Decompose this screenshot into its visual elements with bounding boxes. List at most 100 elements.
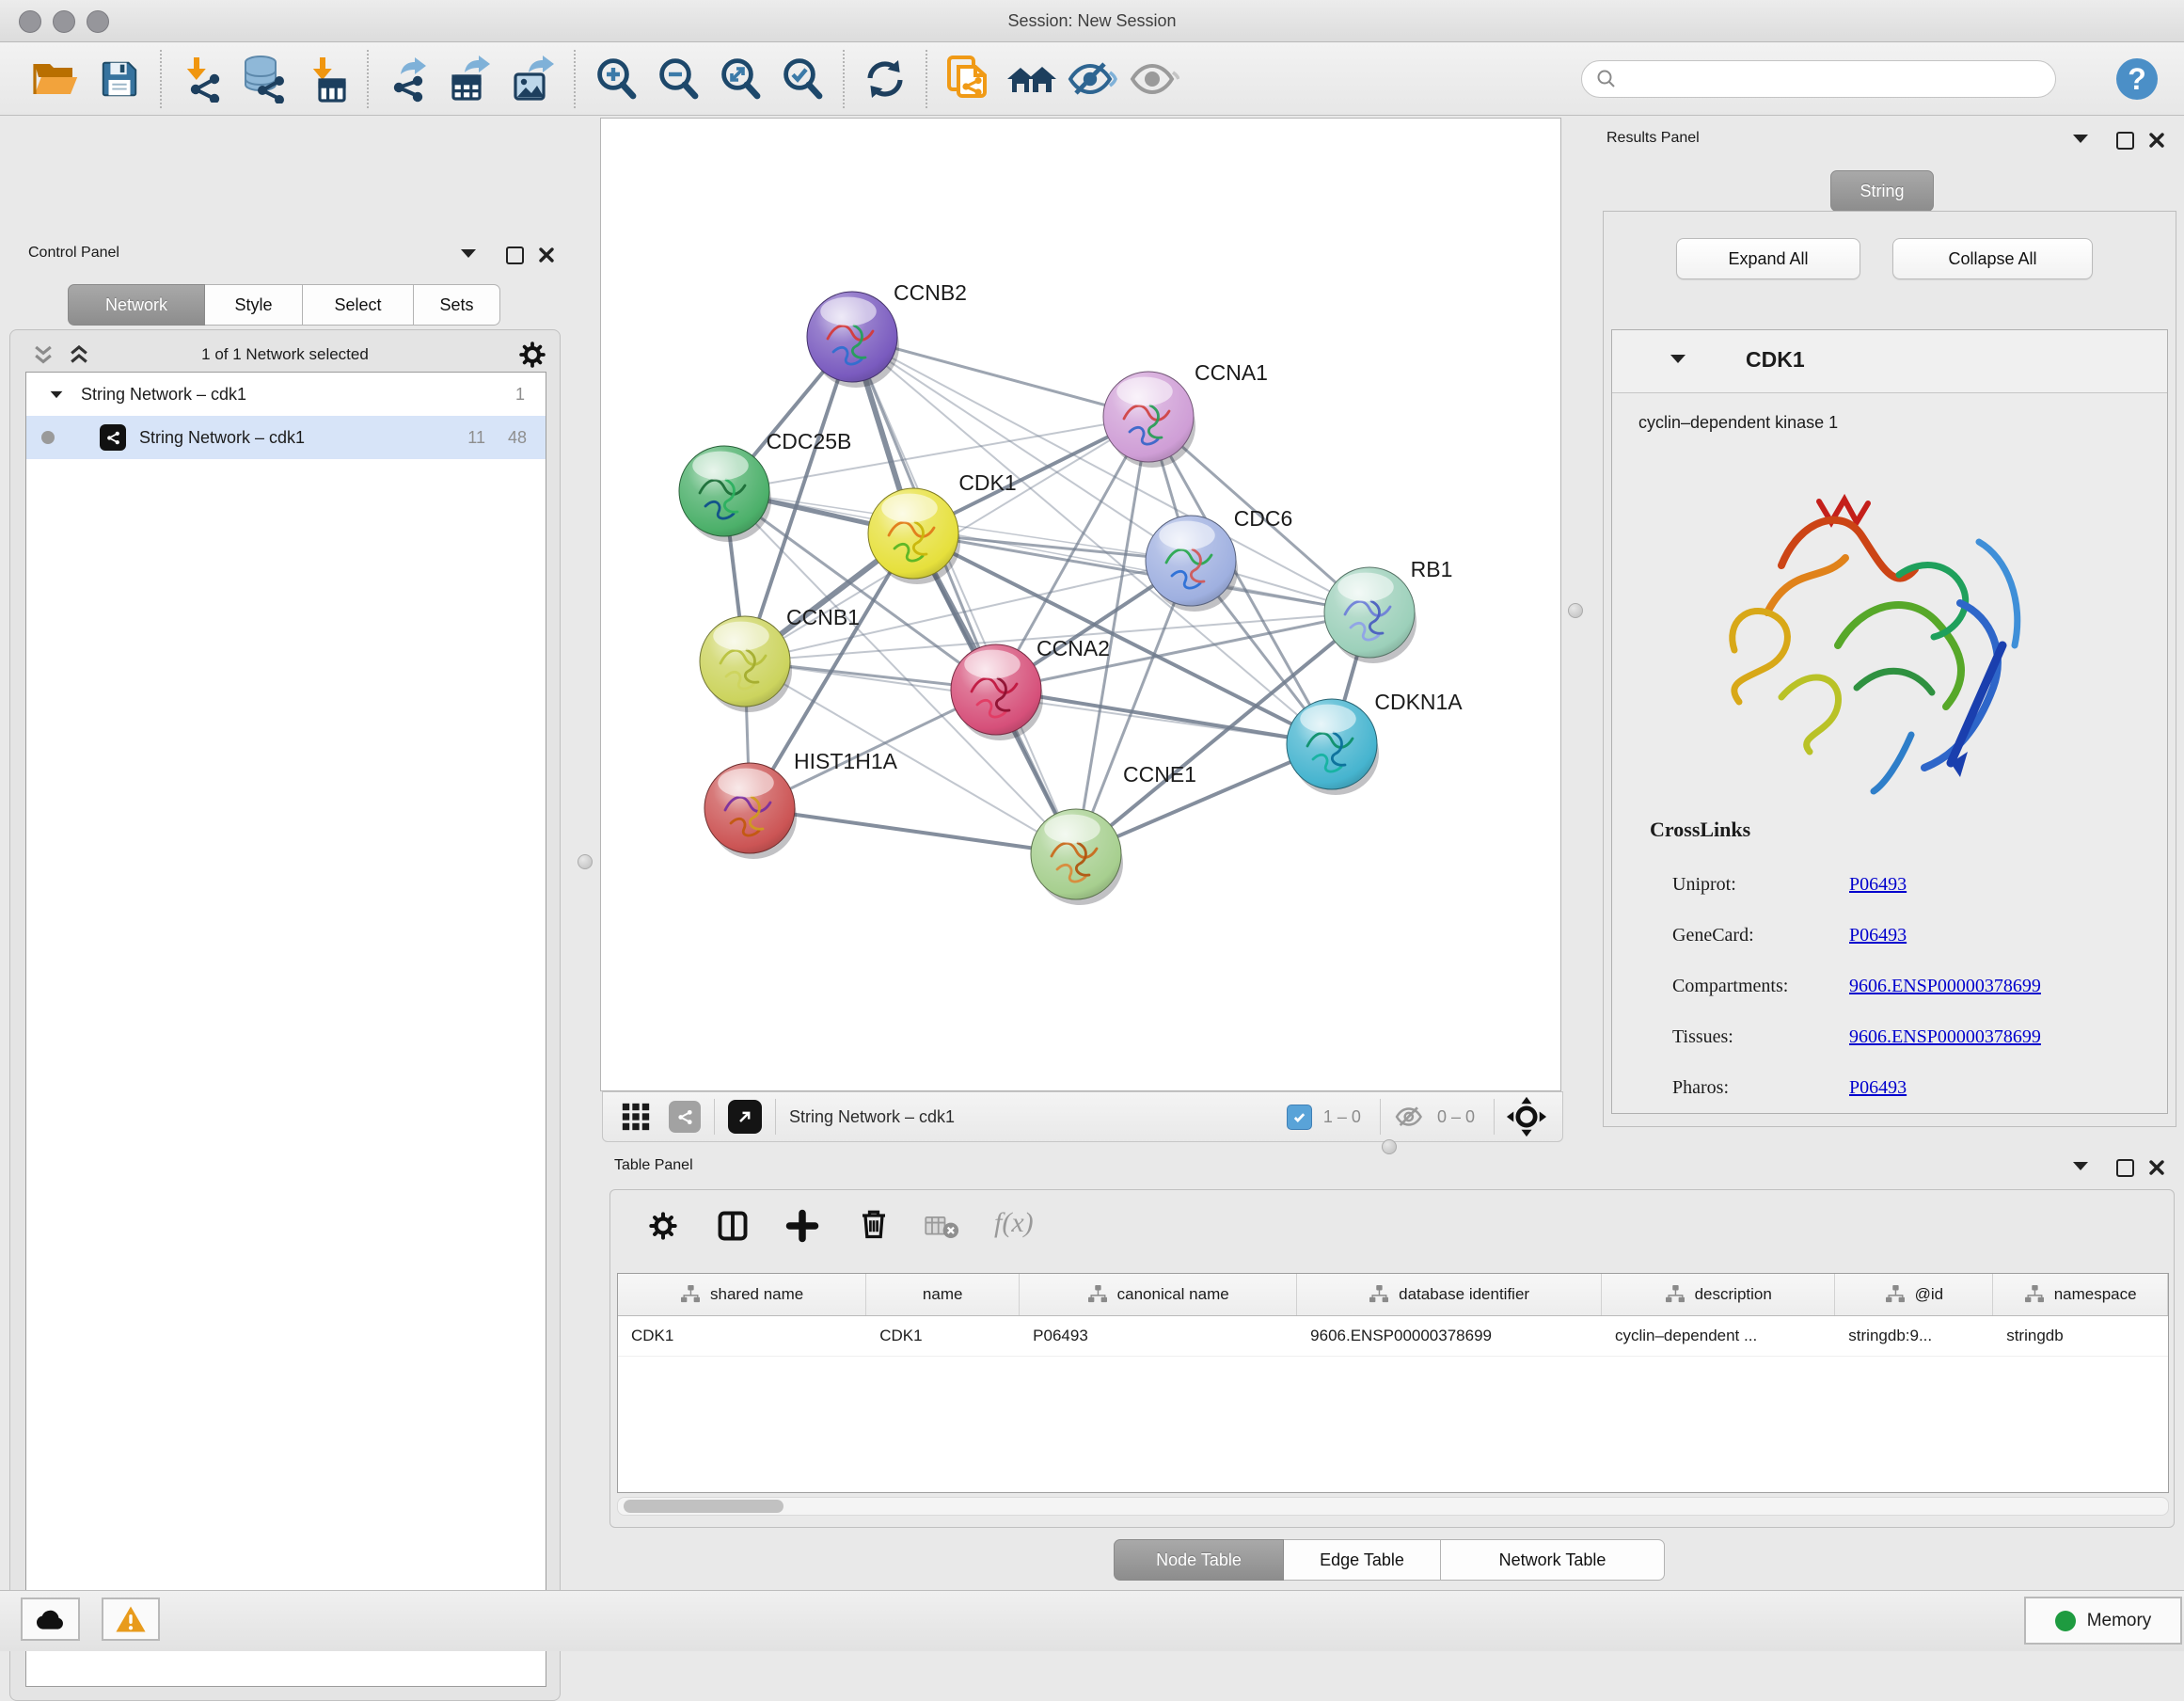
network-node-CCNE1[interactable]: CCNE1 xyxy=(1031,762,1196,905)
tab-sets[interactable]: Sets xyxy=(414,284,500,326)
tab-style[interactable]: Style xyxy=(205,284,303,326)
column-header-name[interactable]: name xyxy=(866,1274,1020,1315)
pan-mode-icon[interactable] xyxy=(1506,1096,1547,1137)
network-node-CCNA1[interactable]: CCNA1 xyxy=(1103,360,1268,468)
import-network-database-button[interactable] xyxy=(233,51,295,107)
export-network-button[interactable] xyxy=(378,51,440,107)
network-node-CDK1[interactable]: CDK1 xyxy=(868,470,1017,584)
hidden-elements-eye-slash-icon[interactable] xyxy=(1394,1104,1426,1130)
home-panel-button[interactable] xyxy=(999,51,1061,107)
crosslink-link[interactable]: 9606.ENSP00000378699 xyxy=(1849,1026,2041,1048)
memory-status-button[interactable]: Memory xyxy=(2024,1597,2182,1645)
column-header-database-identifier[interactable]: database identifier xyxy=(1297,1274,1602,1315)
cloud-icon xyxy=(35,1607,67,1631)
tab-string[interactable]: String xyxy=(1830,170,1934,212)
save-session-button[interactable] xyxy=(88,51,150,107)
zoom-out-button[interactable] xyxy=(647,51,709,107)
network-node-CDKN1A[interactable]: CDKN1A xyxy=(1287,690,1463,795)
network-collection-row[interactable]: String Network – cdk1 1 xyxy=(26,373,546,416)
tab-network-table[interactable]: Network Table xyxy=(1441,1539,1665,1581)
zoom-selected-button[interactable] xyxy=(771,51,833,107)
network-view-toolbar: String Network – cdk1 1 – 0 0 – 0 xyxy=(602,1091,1563,1142)
column-header-shared-name[interactable]: shared name xyxy=(618,1274,866,1315)
hide-annotations-button[interactable] xyxy=(1061,51,1123,107)
show-columns-icon[interactable] xyxy=(716,1209,750,1243)
grid-view-icon[interactable] xyxy=(620,1101,652,1133)
network-node-CDC25B[interactable]: CDC25B xyxy=(679,429,851,542)
network-node-CCNA2[interactable]: CCNA2 xyxy=(951,636,1110,740)
tab-node-table[interactable]: Node Table xyxy=(1114,1539,1284,1581)
detach-view-icon[interactable] xyxy=(728,1100,762,1134)
help-button[interactable]: ? xyxy=(2114,56,2160,102)
network-edge-HIST1H1A-CCNE1[interactable] xyxy=(750,808,1076,854)
table-horizontal-scrollbar[interactable] xyxy=(617,1497,2169,1516)
network-edge-CDK1-RB1[interactable] xyxy=(913,533,1369,612)
clone-network-button[interactable] xyxy=(937,51,999,107)
crosslink-link[interactable]: P06493 xyxy=(1849,1077,1907,1099)
add-column-icon[interactable] xyxy=(785,1209,819,1243)
control-panel-menu-icon[interactable] xyxy=(461,249,476,258)
right-splitter-handle[interactable] xyxy=(1568,603,1583,618)
crosslink-link[interactable]: P06493 xyxy=(1849,874,1907,896)
delete-column-trash-icon[interactable] xyxy=(857,1207,891,1241)
results-panel-close-icon[interactable] xyxy=(2148,132,2165,149)
zoom-in-icon xyxy=(593,56,640,103)
warnings-button[interactable] xyxy=(102,1598,160,1641)
show-annotations-button[interactable] xyxy=(1123,51,1185,107)
zoom-fit-button[interactable] xyxy=(709,51,771,107)
column-header-id[interactable]: @id xyxy=(1835,1274,1993,1315)
table-cell: CDK1 xyxy=(618,1316,866,1356)
import-network-file-button[interactable] xyxy=(171,51,233,107)
column-header-namespace[interactable]: namespace xyxy=(1993,1274,2168,1315)
table-row[interactable]: CDK1CDK1P064939606.ENSP00000378699cyclin… xyxy=(618,1316,2168,1357)
network-options-gear-icon[interactable] xyxy=(518,341,546,369)
zoom-in-button[interactable] xyxy=(585,51,647,107)
cloud-status-button[interactable] xyxy=(21,1598,80,1641)
save-floppy-icon xyxy=(98,57,141,101)
network-node-CCNB2[interactable]: CCNB2 xyxy=(807,280,967,388)
apply-layout-button[interactable] xyxy=(854,51,916,107)
network-node-RB1[interactable]: RB1 xyxy=(1324,557,1452,663)
collapse-all-button[interactable]: Collapse All xyxy=(1892,238,2093,279)
tab-select[interactable]: Select xyxy=(303,284,414,326)
open-session-button[interactable] xyxy=(26,51,88,107)
table-panel-float-icon[interactable] xyxy=(2116,1159,2134,1177)
table-panel-menu-icon[interactable] xyxy=(2073,1162,2088,1170)
tab-edge-table[interactable]: Edge Table xyxy=(1284,1539,1441,1581)
expand-all-button[interactable]: Expand All xyxy=(1676,238,1860,279)
crosslink-link[interactable]: P06493 xyxy=(1849,925,1907,946)
table-options-gear-icon[interactable] xyxy=(648,1211,678,1241)
network-edge-CCNB2-CCNE1[interactable] xyxy=(852,337,1076,854)
column-header-description[interactable]: description xyxy=(1602,1274,1835,1315)
results-panel-float-icon[interactable] xyxy=(2116,132,2134,150)
control-panel-float-icon[interactable] xyxy=(506,246,524,264)
export-table-button[interactable] xyxy=(440,51,502,107)
export-image-button[interactable] xyxy=(502,51,564,107)
network-node-CCNB1[interactable]: CCNB1 xyxy=(700,605,860,712)
network-node-HIST1H1A[interactable]: HIST1H1A xyxy=(704,749,898,859)
collection-expand-icon[interactable] xyxy=(51,390,63,397)
crosslink-link[interactable]: 9606.ENSP00000378699 xyxy=(1849,976,2041,997)
results-panel-menu-icon[interactable] xyxy=(2073,135,2088,143)
network-view-type-icon[interactable] xyxy=(669,1101,701,1133)
scrollbar-thumb[interactable] xyxy=(624,1500,783,1513)
column-header-canonical-name[interactable]: canonical name xyxy=(1020,1274,1297,1315)
import-table-file-button[interactable] xyxy=(295,51,357,107)
crosslinks-list: Uniprot:P06493GeneCard:P06493Compartment… xyxy=(1672,859,2143,1113)
crosslink-label: GeneCard: xyxy=(1672,925,1849,946)
selected-nodes-checkbox[interactable] xyxy=(1287,1105,1312,1130)
node-section-header[interactable]: CDK1 xyxy=(1612,330,2167,393)
zoom-selected-icon xyxy=(779,56,826,103)
node-section-collapse-icon[interactable] xyxy=(1670,355,1685,363)
left-splitter-handle[interactable] xyxy=(578,854,593,869)
network-graph[interactable]: CCNB2CCNA1CDC25BCDK1CDC6RB1CCNB1CCNA2CDK… xyxy=(601,119,1560,1090)
network-row-selected[interactable]: String Network – cdk1 11 48 xyxy=(26,416,546,459)
tab-network[interactable]: Network xyxy=(68,284,205,326)
search-input[interactable] xyxy=(1618,70,2026,88)
network-canvas[interactable]: CCNB2CCNA1CDC25BCDK1CDC6RB1CCNB1CCNA2CDK… xyxy=(600,118,1561,1091)
control-panel-close-icon[interactable] xyxy=(538,246,555,263)
table-panel-close-icon[interactable] xyxy=(2148,1159,2165,1176)
table-cell: cyclin–dependent ... xyxy=(1602,1316,1835,1356)
network-edge-CCNA1-CDC25B[interactable] xyxy=(724,417,1148,491)
column-header-label: description xyxy=(1695,1285,1772,1304)
